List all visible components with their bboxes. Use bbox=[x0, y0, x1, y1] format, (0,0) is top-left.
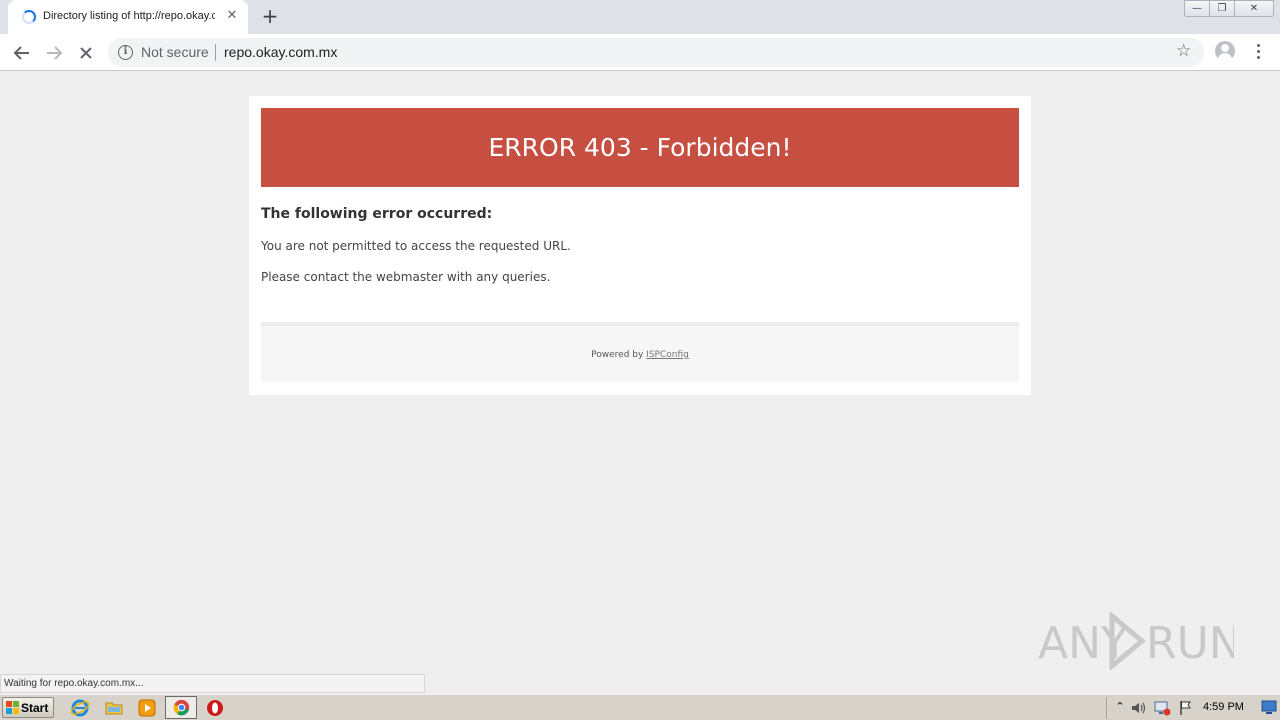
back-button[interactable] bbox=[8, 39, 36, 67]
speaker-icon[interactable] bbox=[1129, 699, 1147, 717]
error-card: ERROR 403 - Forbidden! The following err… bbox=[249, 96, 1031, 395]
stop-loading-button[interactable] bbox=[72, 39, 100, 67]
browser-toolbar: i Not secure repo.okay.com.mx ☆ bbox=[0, 34, 1280, 71]
tab-close-button[interactable]: ✕ bbox=[224, 8, 240, 24]
ispconfig-link[interactable]: ISPConfig bbox=[646, 350, 689, 360]
internet-explorer-icon[interactable] bbox=[70, 698, 90, 718]
browser-tab[interactable]: Directory listing of http://repo.okay.co… bbox=[8, 0, 248, 34]
maximize-button[interactable]: ❐ bbox=[1209, 0, 1235, 17]
taskbar: Start ⌃ 4:59 PM bbox=[0, 694, 1280, 720]
media-player-icon[interactable] bbox=[137, 698, 157, 718]
folder-icon[interactable] bbox=[104, 698, 124, 718]
error-message: You are not permitted to access the requ… bbox=[261, 239, 571, 253]
bookmark-star-icon[interactable]: ☆ bbox=[1176, 41, 1191, 61]
action-center-flag-icon[interactable] bbox=[1177, 699, 1195, 717]
profile-avatar-icon[interactable] bbox=[1215, 41, 1235, 61]
tab-strip: Directory listing of http://repo.okay.co… bbox=[0, 0, 1280, 34]
windows-logo-icon bbox=[6, 701, 19, 714]
contact-message: Please contact the webmaster with any qu… bbox=[261, 270, 551, 284]
omnibox-divider bbox=[215, 44, 216, 61]
start-button[interactable]: Start bbox=[2, 697, 54, 718]
forward-arrow-icon bbox=[47, 46, 63, 60]
start-label: Start bbox=[21, 701, 49, 715]
chrome-icon bbox=[173, 699, 190, 716]
browser-menu-icon[interactable] bbox=[1250, 42, 1266, 62]
page-footer: Powered by ISPConfig bbox=[261, 322, 1019, 382]
tab-title: Directory listing of http://repo.okay.co… bbox=[43, 10, 215, 22]
show-desktop-icon[interactable] bbox=[1261, 700, 1277, 715]
back-arrow-icon bbox=[13, 46, 29, 60]
footer-text: Powered by bbox=[591, 350, 644, 360]
opera-icon[interactable] bbox=[205, 698, 225, 718]
minimize-button[interactable]: — bbox=[1184, 0, 1210, 17]
info-icon[interactable]: i bbox=[118, 45, 133, 60]
loading-spinner-icon bbox=[22, 10, 36, 24]
url-text[interactable]: repo.okay.com.mx bbox=[224, 44, 337, 60]
status-bubble: Waiting for repo.okay.com.mx... bbox=[0, 674, 425, 693]
new-tab-button[interactable]: + bbox=[258, 5, 282, 29]
forward-button[interactable] bbox=[40, 39, 68, 67]
close-window-button[interactable]: ✕ bbox=[1234, 0, 1274, 17]
close-icon bbox=[80, 47, 92, 59]
error-subheading: The following error occurred: bbox=[261, 206, 493, 222]
svg-text:RUN: RUN bbox=[1146, 618, 1234, 669]
show-hidden-icons-icon[interactable]: ⌃ bbox=[1111, 699, 1129, 717]
taskbar-clock[interactable]: 4:59 PM bbox=[1203, 701, 1244, 713]
anyrun-watermark-logo: ANY RUN bbox=[1038, 612, 1234, 670]
network-icon[interactable] bbox=[1153, 699, 1171, 717]
security-label[interactable]: Not secure bbox=[141, 44, 209, 60]
chrome-taskbar-button[interactable] bbox=[165, 696, 197, 719]
address-bar[interactable]: i Not secure repo.okay.com.mx ☆ bbox=[108, 38, 1204, 67]
system-tray: ⌃ 4:59 PM bbox=[1106, 697, 1280, 719]
error-banner: ERROR 403 - Forbidden! bbox=[261, 108, 1019, 187]
